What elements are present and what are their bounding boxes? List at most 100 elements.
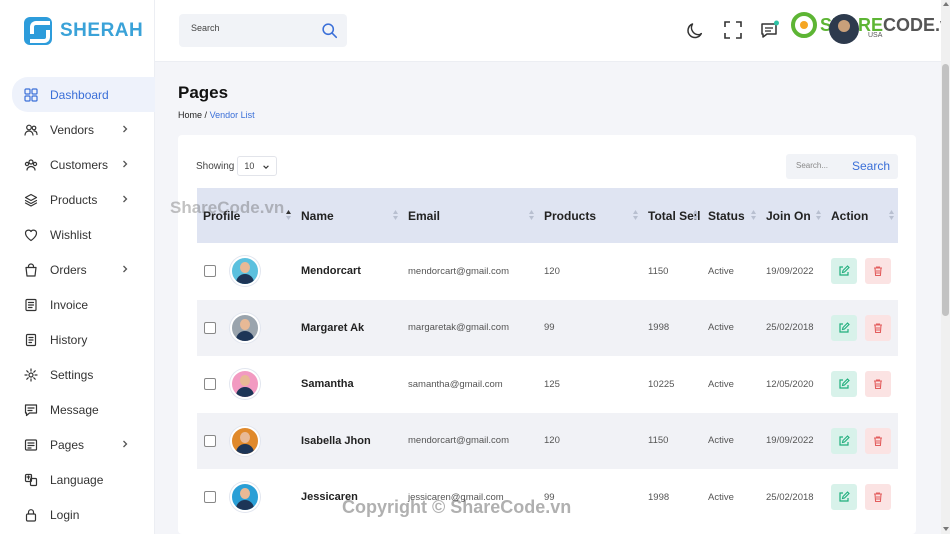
sidebar-item-label: Settings (50, 367, 94, 382)
sidebar-item-language[interactable]: Language (0, 462, 155, 497)
delete-button[interactable] (865, 258, 891, 285)
table-row: Isabella Jhon mendorcart@gmail.com 120 1150… (197, 412, 898, 470)
page-scrollbar[interactable] (941, 0, 950, 534)
search-icon[interactable] (321, 22, 338, 39)
sidebar-item-vendors[interactable]: Vendors (0, 112, 155, 147)
user-avatar[interactable] (829, 14, 859, 44)
edit-button[interactable] (831, 484, 857, 511)
scroll-up-arrow[interactable] (943, 2, 949, 6)
moon-icon[interactable] (686, 20, 706, 40)
row-checkbox[interactable] (204, 378, 216, 391)
sidebar-item-label: Customers (50, 157, 109, 172)
column-header-action[interactable]: Action (825, 188, 898, 243)
trash-icon (874, 379, 882, 390)
row-checkbox[interactable] (204, 265, 216, 278)
sort-icon (693, 210, 698, 220)
lock-icon (24, 508, 38, 522)
sidebar-item-settings[interactable]: Settings (0, 357, 155, 392)
vendor-name: Margaret Ak (301, 321, 365, 334)
scroll-down-arrow[interactable] (943, 527, 949, 531)
sort-icon (286, 210, 291, 220)
edit-icon (839, 378, 850, 389)
sidebar-item-history[interactable]: History (0, 322, 155, 357)
sidebar-item-label: Pages (50, 437, 85, 452)
sidebar-item-wishlist[interactable]: Wishlist (0, 217, 155, 252)
top-header: SHARECODE.vn USA (155, 0, 950, 62)
delete-button[interactable] (865, 371, 891, 398)
sidebar-item-dashboard[interactable]: Dashboard (12, 77, 155, 112)
edit-icon (839, 491, 850, 502)
vendor-status: Active (708, 435, 734, 447)
scroll-thumb[interactable] (942, 64, 949, 316)
page-size-select[interactable]: 10 (237, 156, 278, 176)
sidebar-item-orders[interactable]: Orders (0, 252, 155, 287)
column-header-total-sell[interactable]: Total Sell (642, 188, 702, 243)
search-input[interactable] (191, 23, 311, 33)
edit-button[interactable] (831, 258, 857, 285)
action-cell (825, 243, 898, 300)
chat-icon[interactable] (760, 20, 780, 40)
table-search-button[interactable]: Search (852, 159, 890, 173)
sidebar-item-products[interactable]: Products (0, 182, 155, 217)
sidebar-item-invoice[interactable]: Invoice (0, 287, 155, 322)
action-cell (825, 413, 898, 470)
sidebar-item-message[interactable]: Message (0, 392, 155, 427)
page-size-value: 10 (244, 161, 255, 171)
vendor-status: Active (708, 378, 734, 390)
watermark-logo-icon (791, 12, 817, 38)
delete-button[interactable] (865, 484, 891, 511)
column-header-products[interactable]: Products (538, 188, 642, 243)
column-header-label: Action (831, 208, 869, 223)
fullscreen-icon[interactable] (723, 20, 743, 40)
vendor-total-sell: 1150 (648, 265, 669, 277)
trash-icon (874, 266, 882, 277)
column-header-email[interactable]: Email (402, 188, 538, 243)
sidebar-item-customers[interactable]: Customers (0, 147, 155, 182)
orders-icon (24, 262, 38, 277)
chevron-right-icon (123, 160, 128, 168)
sidebar-item-pages[interactable]: Pages (0, 427, 155, 462)
edit-button[interactable] (831, 427, 857, 454)
sidebar-item-login[interactable]: Login (0, 497, 155, 532)
logo-icon (24, 17, 52, 45)
action-cell (825, 356, 898, 413)
trash-icon (874, 323, 882, 333)
vendor-email: mendorcart@gmail.com (408, 435, 509, 447)
edit-button[interactable] (831, 371, 857, 398)
column-header-status[interactable]: Status (702, 188, 760, 243)
column-header-name[interactable]: Name (295, 188, 402, 243)
vendor-avatar (230, 482, 260, 513)
sidebar-item-label: Message (50, 402, 99, 417)
table-header-row: Profile Name Email Products Total Sell Status… (197, 188, 898, 243)
sidebar-item-label: Orders (50, 262, 87, 277)
row-checkbox[interactable] (204, 491, 216, 504)
row-checkbox[interactable] (204, 434, 216, 447)
table-row: Samantha samantha@gmail.com 125 10225 Active… (197, 356, 898, 413)
sidebar-item-label: Language (50, 472, 104, 487)
user-location: USA (868, 32, 883, 39)
sort-icon (393, 210, 398, 220)
brand-name: SHERAH (60, 20, 144, 41)
profile-cell (197, 243, 295, 300)
vendor-total-sell: 10225 (648, 378, 675, 390)
chevron-right-icon (123, 265, 128, 273)
invoice-icon (24, 298, 38, 312)
chevron-right-icon (123, 440, 128, 448)
chevron-right-icon (123, 125, 128, 133)
edit-button[interactable] (831, 314, 857, 341)
breadcrumb-home[interactable]: Home (178, 110, 202, 120)
column-header-join-on[interactable]: Join On (760, 188, 825, 243)
vendor-status: Active (708, 491, 734, 503)
watermark-overlay: ShareCode.vn (170, 198, 285, 217)
action-cell (825, 469, 898, 526)
row-checkbox[interactable] (204, 321, 216, 334)
table-search-input[interactable] (796, 161, 851, 170)
delete-button[interactable] (865, 427, 891, 454)
vendor-products: 125 (544, 378, 560, 390)
breadcrumb-current: Vendor List (209, 110, 255, 120)
vendor-join-on: 12/05/2020 (766, 378, 814, 390)
brand-logo[interactable]: SHERAH (24, 17, 143, 45)
vendor-name: Mendorcart (301, 265, 361, 278)
delete-button[interactable] (865, 314, 891, 341)
trash-icon (874, 492, 882, 503)
